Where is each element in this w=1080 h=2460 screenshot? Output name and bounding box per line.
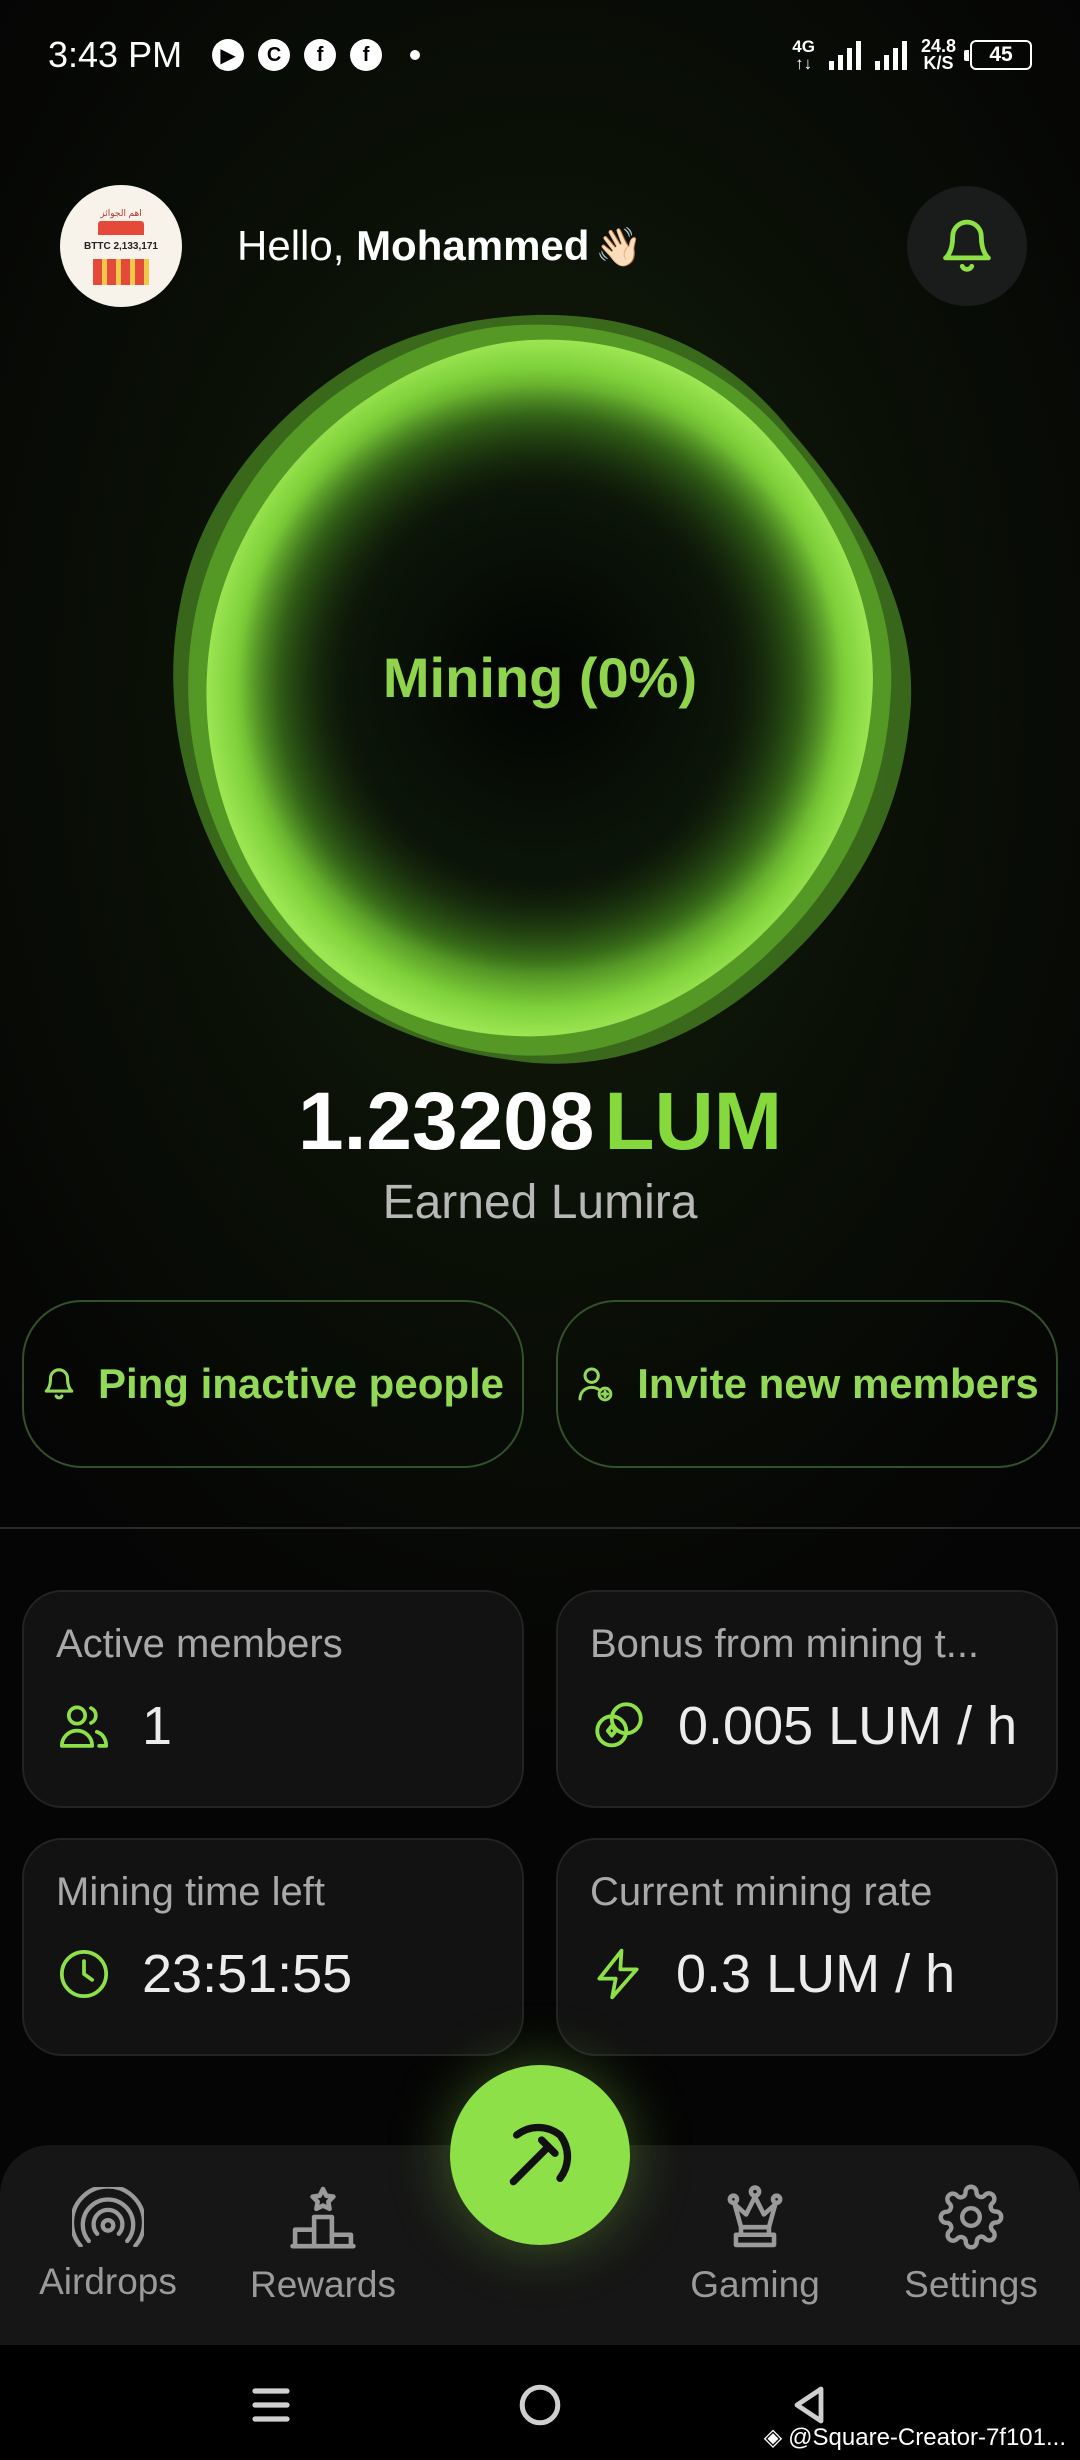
bonus-card[interactable]: Bonus from mining t... 0.005 LUM / h — [556, 1590, 1058, 1808]
card-title: Current mining rate — [590, 1870, 933, 1914]
signal-icon-2 — [874, 40, 907, 70]
pickaxe-icon — [509, 2123, 572, 2186]
more-notifications-dot-icon — [410, 50, 421, 60]
earned-amount: 1.23208 — [297, 1076, 595, 1167]
nav-settings[interactable]: Settings — [866, 2145, 1076, 2345]
ping-inactive-button[interactable]: Ping inactive people — [22, 1300, 524, 1468]
greeting: Hello, Mohammed 👋🏻 — [237, 222, 643, 269]
ping-inactive-label: Ping inactive people — [97, 1360, 505, 1407]
lightning-icon — [597, 1948, 639, 2000]
status-bar: 3:43 PM ▶ C f f 4G ↑↓ 24.8 K/S 45 — [0, 0, 1080, 110]
gift-icon — [98, 220, 144, 235]
nav-gaming-label: Gaming — [690, 2264, 820, 2305]
mine-button[interactable] — [450, 2065, 630, 2245]
clock-icon — [59, 1949, 109, 1999]
nav-settings-label: Settings — [904, 2264, 1038, 2305]
nav-gaming[interactable]: Gaming — [650, 2145, 860, 2345]
coins-icon — [595, 1702, 643, 1748]
add-user-icon — [578, 1367, 613, 1402]
podium-icon — [290, 2186, 356, 2249]
users-icon — [59, 1705, 109, 1748]
nav-airdrops[interactable]: Airdrops — [3, 2145, 213, 2345]
system-navigation-bar: ◈ @Square-Creator-7f101... — [0, 2345, 1080, 2460]
signal-icon — [828, 40, 861, 70]
watermark: ◈ @Square-Creator-7f101... — [764, 2423, 1066, 2452]
watermark-text: @Square-Creator-7f101... — [788, 2423, 1066, 2451]
network-speed: 24.8 K/S — [920, 36, 956, 73]
copyright-app-notification-icon: C — [258, 39, 291, 71]
active-members-card[interactable]: Active members 1 — [22, 1590, 524, 1808]
back-triangle-icon — [794, 2386, 824, 2424]
battery-icon: 45 — [964, 40, 1032, 70]
airdrop-icon — [72, 2187, 144, 2247]
mining-time-left-value: 23:51:55 — [142, 1944, 353, 2004]
earned-label: Earned Lumira — [382, 1176, 698, 1229]
gift-box-icon — [93, 258, 149, 285]
invite-members-label: Invite new members — [637, 1360, 1039, 1407]
avatar-text: BTTC 2,133,171 — [84, 240, 158, 252]
gear-icon — [938, 2184, 1004, 2250]
menu-icon — [252, 2388, 290, 2422]
mining-rate-card[interactable]: Current mining rate 0.3 LUM / h — [556, 1838, 1058, 2056]
bell-icon — [943, 219, 991, 272]
card-title: Active members — [56, 1622, 343, 1666]
facebook-notification-icon: f — [304, 39, 337, 71]
nav-rewards[interactable]: Rewards — [218, 2145, 428, 2345]
mining-status: Mining (0%) — [382, 646, 698, 709]
invite-members-button[interactable]: Invite new members — [556, 1300, 1058, 1468]
wave-icon: 👋🏻 — [595, 227, 643, 269]
card-title: Bonus from mining t... — [590, 1622, 980, 1666]
earned-balance: 1.23208 LUM — [0, 1075, 1080, 1169]
status-time: 3:43 PM — [48, 34, 183, 75]
bell-icon — [44, 1368, 74, 1400]
home-button[interactable] — [505, 2370, 575, 2440]
facebook-notification-icon-2: f — [350, 39, 383, 71]
recent-apps-button[interactable] — [236, 2370, 306, 2440]
active-members-value: 1 — [142, 1696, 173, 1756]
mining-time-left-card[interactable]: Mining time left 23:51:55 — [22, 1838, 524, 2056]
network-type-label: 4G ↑↓ — [792, 37, 815, 73]
card-title: Mining time left — [56, 1870, 325, 1914]
diamond-icon: ◈ — [763, 2424, 783, 2451]
home-circle-icon — [519, 2384, 561, 2426]
section-divider — [0, 1527, 1080, 1529]
mining-rate-value: 0.3 LUM / h — [676, 1944, 956, 2004]
user-name: Mohammed — [356, 222, 590, 269]
youtube-notification-icon: ▶ — [212, 39, 245, 71]
nav-airdrops-label: Airdrops — [39, 2261, 177, 2302]
crown-icon — [727, 2185, 783, 2248]
bonus-value: 0.005 LUM / h — [678, 1696, 1018, 1756]
mining-screen: 3:43 PM ▶ C f f 4G ↑↓ 24.8 K/S 45 اهم الجو… — [0, 0, 1080, 2460]
nav-rewards-label: Rewards — [250, 2264, 396, 2305]
earned-unit: LUM — [604, 1076, 783, 1167]
